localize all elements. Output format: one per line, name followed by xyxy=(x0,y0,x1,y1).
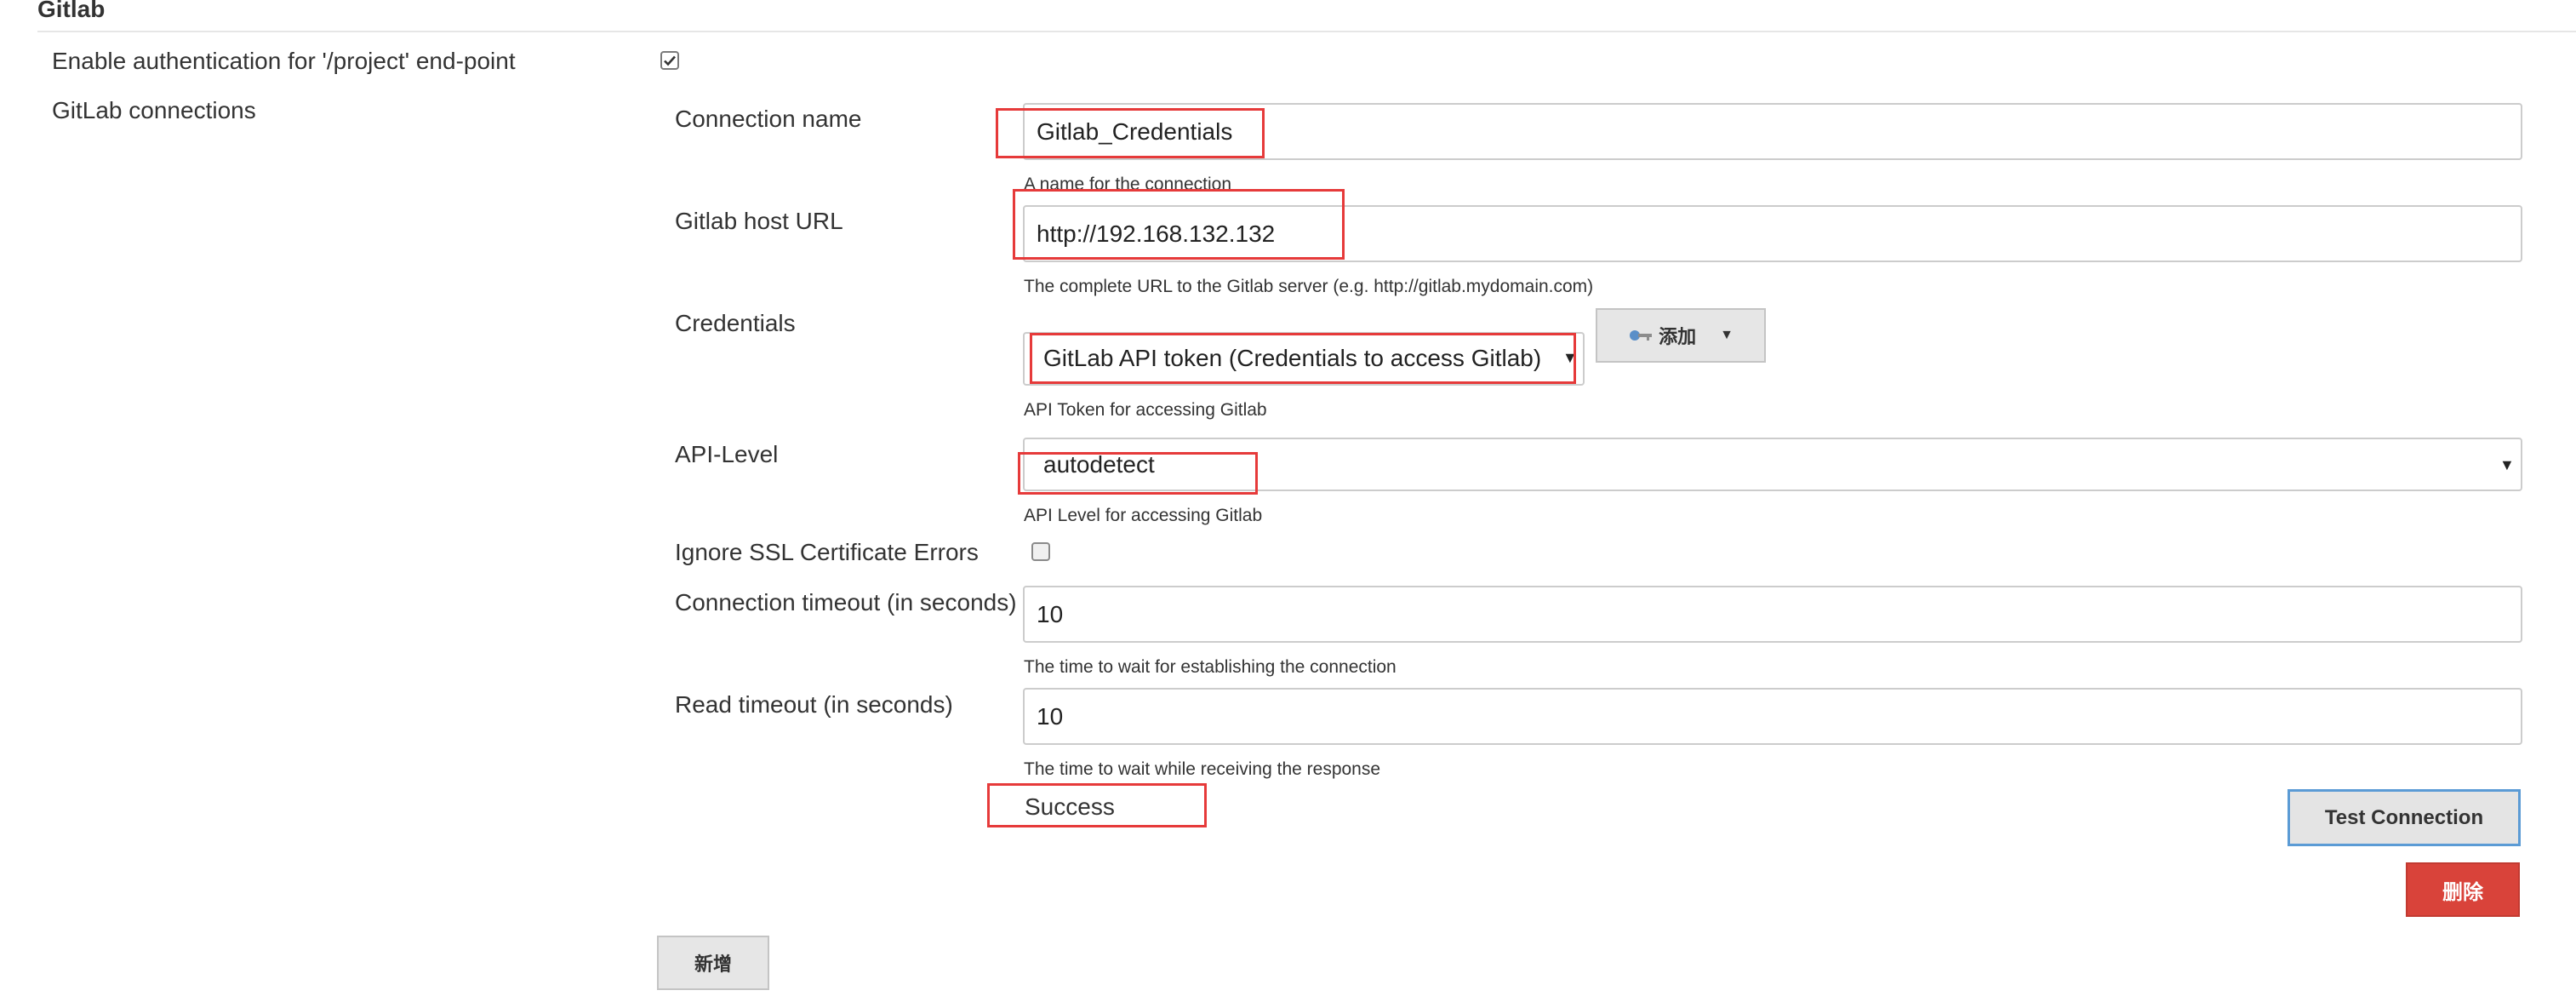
connection-timeout-help: The time to wait for establishing the co… xyxy=(1024,657,1397,677)
api-level-help: API Level for accessing Gitlab xyxy=(1024,506,1263,525)
credentials-help: API Token for accessing Gitlab xyxy=(1024,400,1267,420)
section-title: Gitlab xyxy=(37,0,106,22)
add-connection-button[interactable]: 新增 xyxy=(657,936,769,990)
test-connection-button[interactable]: Test Connection xyxy=(2288,789,2521,846)
credentials-label: Credentials xyxy=(675,310,796,336)
highlight-frame xyxy=(1030,333,1576,384)
key-icon xyxy=(1630,330,1653,341)
ignore-ssl-checkbox[interactable] xyxy=(1031,542,1050,561)
host-url-help: The complete URL to the Gitlab server (e… xyxy=(1024,277,1594,296)
connection-timeout-input[interactable] xyxy=(1023,586,2522,643)
ignore-ssl-label: Ignore SSL Certificate Errors xyxy=(675,539,979,565)
auth-checkbox[interactable] xyxy=(660,51,679,70)
highlight-frame xyxy=(1018,452,1258,495)
connection-timeout-label: Connection timeout (in seconds) xyxy=(675,589,1017,616)
connections-label: GitLab connections xyxy=(52,97,256,123)
delete-button[interactable]: 删除 xyxy=(2406,862,2520,917)
section-divider xyxy=(37,31,2576,32)
host-url-label: Gitlab host URL xyxy=(675,208,843,234)
add-credentials-button[interactable]: 添加 ▼ xyxy=(1596,308,1766,363)
read-timeout-input[interactable] xyxy=(1023,688,2522,745)
connection-name-label: Connection name xyxy=(675,106,862,132)
read-timeout-help: The time to wait while receiving the res… xyxy=(1024,759,1381,779)
highlight-frame xyxy=(1013,189,1345,260)
dropdown-caret-icon: ▼ xyxy=(2499,456,2515,473)
auth-label: Enable authentication for '/project' end… xyxy=(52,48,516,74)
highlight-frame xyxy=(987,783,1207,827)
check-icon xyxy=(664,55,676,66)
highlight-frame xyxy=(996,108,1265,158)
api-level-label: API-Level xyxy=(675,441,779,467)
add-credentials-label: 添加 xyxy=(1659,326,1697,347)
chevron-down-icon: ▼ xyxy=(1720,328,1734,342)
read-timeout-label: Read timeout (in seconds) xyxy=(675,691,953,718)
